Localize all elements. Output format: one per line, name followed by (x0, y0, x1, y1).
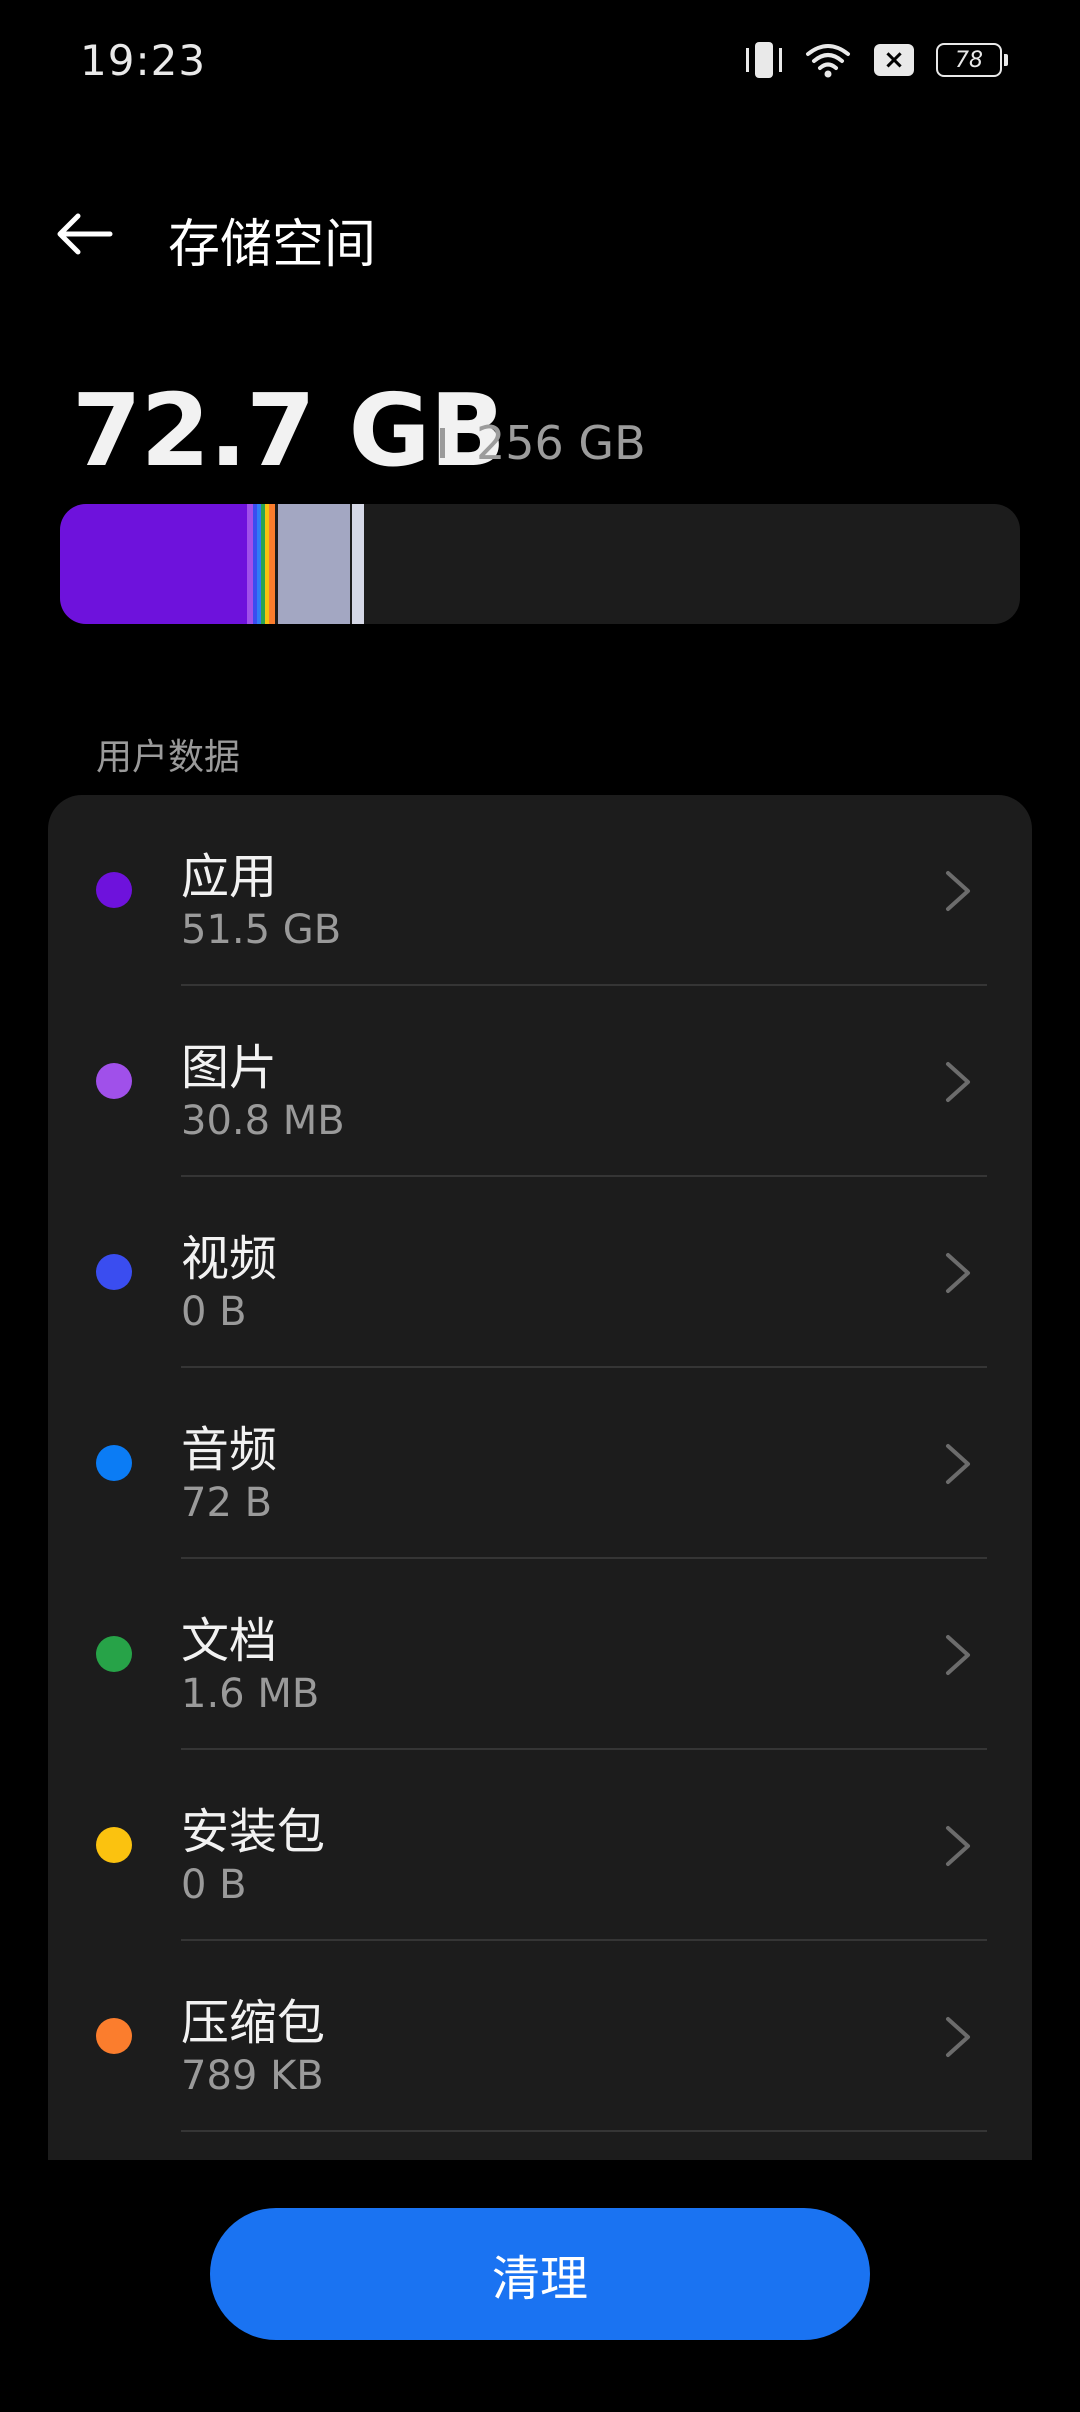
separator (440, 428, 445, 458)
list-item-audio[interactable]: 音频 72 B (48, 1368, 1032, 1559)
status-icons: × 78 (746, 40, 1008, 80)
category-label: 安装包 (181, 1804, 326, 1860)
category-size: 51.5 GB (181, 907, 342, 953)
header: 存储空间 (0, 180, 1080, 290)
status-time: 19:23 (80, 36, 207, 85)
list-item-apps[interactable]: 应用 51.5 GB (48, 795, 1032, 986)
page-title: 存储空间 (168, 215, 377, 275)
category-list: 应用 51.5 GB 图片 30.8 MB 视频 0 B 音频 72 B 文档 … (48, 795, 1032, 2160)
status-bar: 19:23 × 78 (0, 0, 1080, 122)
chevron-right-icon (946, 1826, 970, 1866)
usage-seg-apps (60, 504, 247, 624)
usage-seg-archive (269, 504, 275, 624)
no-sim-icon: × (874, 44, 914, 76)
color-dot (96, 1636, 132, 1672)
battery-icon: 78 (936, 43, 1008, 77)
vibrate-icon (746, 40, 782, 80)
chevron-right-icon (946, 1444, 970, 1484)
storage-usage-bar (60, 504, 1020, 624)
category-size: 789 KB (181, 2053, 324, 2099)
list-item-apk[interactable]: 安装包 0 B (48, 1750, 1032, 1941)
category-size: 1.6 MB (181, 1671, 320, 1717)
color-dot (96, 1827, 132, 1863)
color-dot (96, 1445, 132, 1481)
list-item-documents[interactable]: 文档 1.6 MB (48, 1559, 1032, 1750)
section-label-user-data: 用户数据 (96, 737, 241, 778)
battery-level: 78 (936, 43, 1002, 77)
category-label: 视频 (181, 1231, 278, 1287)
total-storage: 256 GB (476, 416, 646, 470)
color-dot (96, 1254, 132, 1290)
chevron-right-icon (946, 1253, 970, 1293)
category-size: 0 B (181, 1862, 247, 1908)
category-label: 应用 (181, 849, 278, 905)
category-size: 0 B (181, 1289, 247, 1335)
usage-seg-other (278, 504, 350, 624)
wifi-icon (806, 44, 850, 78)
category-size: 72 B (181, 1480, 273, 1526)
category-label: 图片 (181, 1040, 278, 1096)
color-dot (96, 1063, 132, 1099)
category-label: 音频 (181, 1422, 278, 1478)
list-item-archive[interactable]: 压缩包 789 KB (48, 1941, 1032, 2132)
arrow-left-icon (57, 213, 113, 255)
usage-seg-system (352, 504, 364, 624)
category-label: 文档 (181, 1613, 278, 1669)
color-dot (96, 2018, 132, 2054)
chevron-right-icon (946, 1062, 970, 1102)
color-dot (96, 872, 132, 908)
category-size: 30.8 MB (181, 1098, 345, 1144)
chevron-right-icon (946, 2017, 970, 2057)
chevron-right-icon (946, 871, 970, 911)
chevron-right-icon (946, 1635, 970, 1675)
category-label: 压缩包 (181, 1995, 326, 2051)
clean-button[interactable]: 清理 (210, 2208, 870, 2340)
back-button[interactable] (48, 198, 120, 270)
list-item-images[interactable]: 图片 30.8 MB (48, 986, 1032, 1177)
divider (181, 2130, 987, 2132)
list-item-video[interactable]: 视频 0 B (48, 1177, 1032, 1368)
